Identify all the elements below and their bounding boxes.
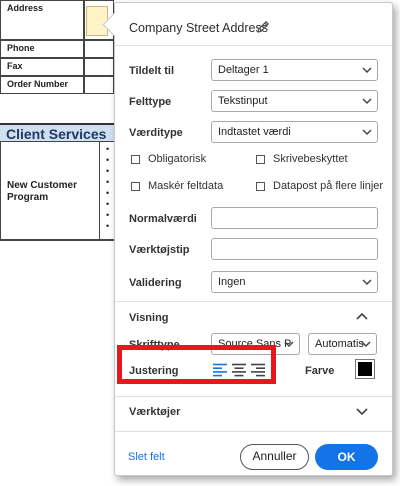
phone-cell <box>84 40 114 58</box>
font-size-dropdown[interactable]: Automatis <box>308 333 377 355</box>
chevron-up-icon[interactable] <box>356 311 368 321</box>
assigned-to-label: Tildelt til <box>129 65 175 77</box>
validation-label: Validering <box>129 277 182 289</box>
address-label: Address <box>0 0 84 40</box>
color-swatch-fill <box>358 362 372 376</box>
chevron-down-icon <box>362 98 372 105</box>
required-checkbox[interactable] <box>131 155 140 164</box>
default-value-input[interactable] <box>211 207 378 229</box>
field-type-label: Felttype <box>129 96 172 108</box>
value-type-label: Værditype <box>129 127 183 139</box>
background-document: Address Phone Fax Order Number Client Se… <box>0 0 130 250</box>
chevron-down-icon <box>362 279 372 286</box>
value-type-value: Indtastet værdi <box>218 126 291 138</box>
value-type-dropdown[interactable]: Indtastet værdi <box>211 121 378 143</box>
field-properties-panel: Company Street Address Tildelt til Delta… <box>102 2 393 476</box>
program-label: New Customer Program <box>7 180 78 203</box>
separator <box>115 396 392 397</box>
default-value-label: Normalværdi <box>129 213 197 225</box>
delete-field-button[interactable]: Slet felt <box>128 451 165 463</box>
chevron-down-icon <box>361 341 371 348</box>
validation-dropdown[interactable]: Ingen <box>211 271 378 293</box>
mask-data-checkbox[interactable] <box>131 182 140 191</box>
highlight-annotation-box <box>117 345 276 384</box>
field-type-dropdown[interactable]: Tekstinput <box>211 90 378 112</box>
chevron-down-icon[interactable] <box>356 407 368 417</box>
display-section-label: Visning <box>129 312 169 324</box>
mask-data-label: Maskér feltdata <box>148 180 224 192</box>
chevron-down-icon <box>362 129 372 136</box>
fax-cell <box>84 58 114 76</box>
assigned-to-value: Deltager 1 <box>218 64 269 76</box>
client-services-header: Client Services <box>0 123 126 142</box>
field-type-value: Tekstinput <box>218 95 268 107</box>
assigned-to-dropdown[interactable]: Deltager 1 <box>211 59 378 81</box>
multiline-label: Datapost på flere linjer <box>273 180 384 192</box>
tooltip-label: Værktøjstip <box>129 244 190 256</box>
separator <box>115 431 392 432</box>
order-number-label: Order Number <box>0 76 84 94</box>
separator <box>115 301 392 302</box>
validation-value: Ingen <box>218 276 246 288</box>
pencil-icon[interactable] <box>255 19 271 35</box>
font-size-value: Automatis <box>315 338 364 350</box>
readonly-checkbox[interactable] <box>256 155 265 164</box>
chevron-down-icon <box>284 341 294 348</box>
order-number-cell <box>84 76 114 94</box>
tooltip-input[interactable] <box>211 238 378 260</box>
required-label: Obligatorisk <box>148 153 207 165</box>
tools-section-label: Værktøjer <box>129 406 181 418</box>
separator <box>115 45 392 46</box>
color-label: Farve <box>305 365 335 377</box>
panel-title: Company Street Address <box>129 21 268 35</box>
bullet-list: • • • • • • • • <box>106 144 110 231</box>
phone-label: Phone <box>0 40 84 58</box>
color-swatch[interactable] <box>355 359 375 379</box>
readonly-label: Skrivebeskyttet <box>273 153 348 165</box>
fax-label: Fax <box>0 58 84 76</box>
chevron-down-icon <box>362 67 372 74</box>
ok-button[interactable]: OK <box>315 444 378 470</box>
cancel-button[interactable]: Annuller <box>240 444 309 470</box>
multiline-checkbox[interactable] <box>256 182 265 191</box>
